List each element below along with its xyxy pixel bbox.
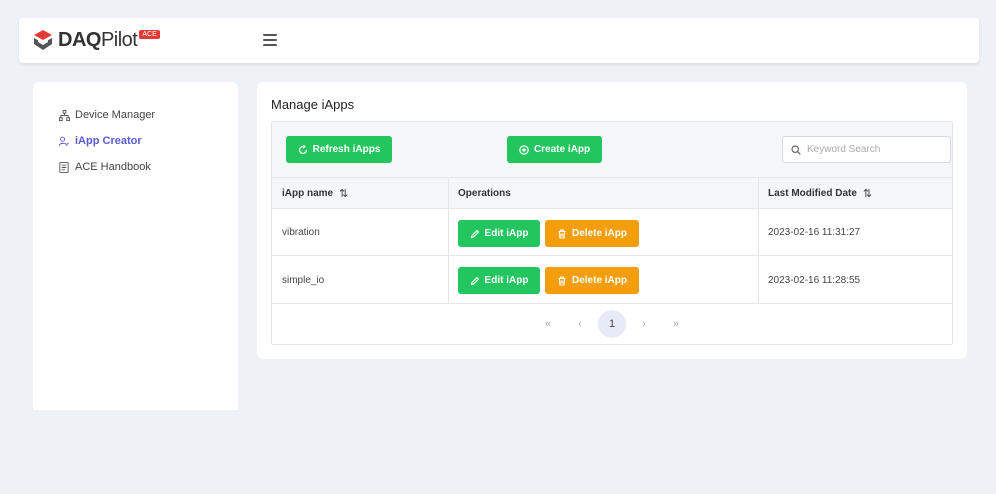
last-page-button[interactable]: »: [662, 310, 690, 338]
column-header-iapp-name[interactable]: iApp name ⇅: [282, 178, 348, 209]
sitemap-icon: [58, 109, 70, 121]
brand-name: DAQPilot: [58, 29, 138, 51]
user-edit-icon: [58, 135, 70, 147]
edit-iapp-button[interactable]: Edit iApp: [458, 267, 540, 294]
brand-logo[interactable]: DAQPilot ACE: [32, 28, 160, 52]
table-row: vibration Edit iApp Delete iApp 2023-02-…: [272, 209, 952, 256]
top-bar: DAQPilot ACE: [19, 18, 979, 63]
search-icon: [791, 144, 801, 155]
sidebar-item-ace-handbook[interactable]: ACE Handbook: [58, 159, 151, 175]
brand-badge: ACE: [139, 30, 160, 39]
pencil-icon: [470, 276, 480, 286]
iapps-table: Refresh iApps Create iApp iApp name⇅ Ope…: [271, 121, 953, 345]
sort-icon[interactable]: ⇅: [863, 187, 872, 200]
iapp-name-cell: simple_io: [282, 275, 325, 286]
trash-icon: [557, 228, 567, 239]
pencil-icon: [470, 229, 480, 239]
next-page-button[interactable]: ›: [630, 310, 658, 338]
sidebar-item-device-manager[interactable]: Device Manager: [58, 107, 155, 123]
search-input[interactable]: [807, 144, 937, 155]
book-icon: [58, 161, 70, 173]
table-row: simple_io Edit iApp Delete iApp 2023-02-…: [272, 257, 952, 304]
page-1-button[interactable]: 1: [598, 310, 626, 338]
manage-iapps-panel: Manage iApps Refresh iApps Create iApp K…: [257, 82, 967, 359]
table-header: iApp name ⇅ Operations Last Modified Date…: [272, 178, 952, 209]
edit-iapp-button[interactable]: Edit iApp: [458, 220, 540, 247]
sidebar-item-label: iApp Creator: [75, 135, 142, 147]
column-header-operations: Operations: [458, 188, 511, 199]
sidebar: Device Manager iApp Creator ACE Handbook: [33, 82, 238, 410]
plus-circle-icon: [519, 144, 529, 155]
sidebar-item-label: ACE Handbook: [75, 161, 151, 173]
refresh-iapps-button[interactable]: Refresh iApps: [286, 136, 392, 163]
refresh-icon: [298, 144, 308, 155]
delete-iapp-button[interactable]: Delete iApp: [545, 220, 639, 247]
daqpilot-logo-icon: [34, 30, 52, 50]
table-toolbar: Refresh iApps Create iApp: [272, 122, 952, 178]
pagination: « ‹ 1 › »: [272, 304, 952, 344]
column-header-last-modified[interactable]: Last Modified Date ⇅: [768, 178, 872, 209]
prev-page-button[interactable]: ‹: [566, 310, 594, 338]
trash-icon: [557, 275, 567, 286]
delete-iapp-button[interactable]: Delete iApp: [545, 267, 639, 294]
create-iapp-button[interactable]: Create iApp: [507, 136, 602, 163]
iapp-name-cell: vibration: [282, 227, 320, 238]
sidebar-item-label: Device Manager: [75, 109, 156, 121]
first-page-button[interactable]: «: [534, 310, 562, 338]
page-title: Manage iApps: [271, 97, 355, 112]
sidebar-item-iapp-creator[interactable]: iApp Creator: [58, 133, 142, 149]
keyword-search[interactable]: [782, 136, 951, 163]
sort-icon[interactable]: ⇅: [339, 187, 348, 200]
last-modified-cell: 2023-02-16 11:31:27: [768, 227, 861, 238]
menu-toggle-icon[interactable]: [263, 34, 277, 46]
last-modified-cell: 2023-02-16 11:28:55: [768, 275, 861, 286]
